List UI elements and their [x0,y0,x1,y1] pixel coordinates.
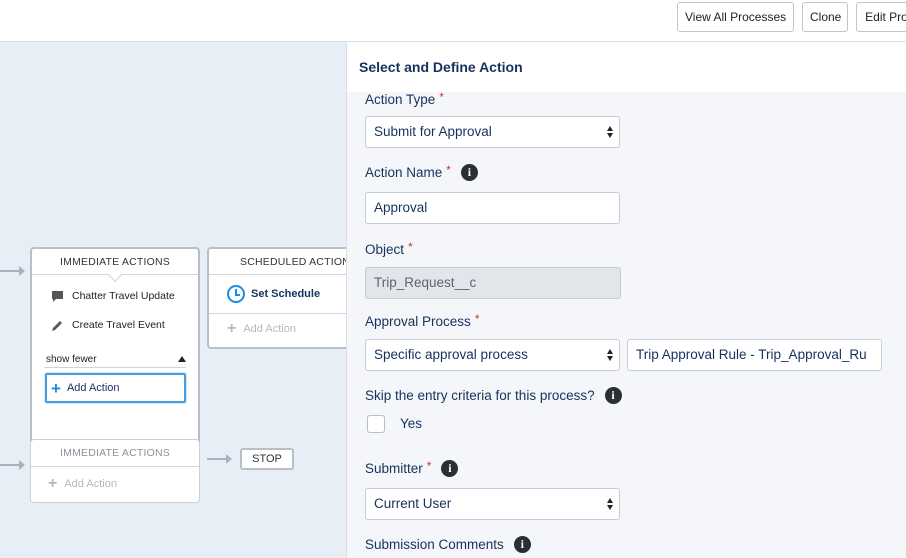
select-arrow-up-icon [607,349,613,354]
scheduled-actions-card: SCHEDULED ACTIONS Set Schedule + Add Act… [207,247,346,349]
action-name-label: Action Name * i [365,162,478,181]
field-label-text: Action Name [365,165,443,180]
action-type-label: Action Type * [365,89,444,108]
required-marker: * [408,239,413,254]
card-title: SCHEDULED ACTIONS [240,256,346,268]
set-schedule-link[interactable]: Set Schedule [227,285,320,303]
connector-arrow [0,266,25,276]
process-canvas: IMMEDIATE ACTIONS Chatter Travel Update … [0,42,346,558]
skip-entry-criteria-label: Skip the entry criteria for this process… [365,387,622,404]
card-title: IMMEDIATE ACTIONS [60,447,170,459]
card-header: IMMEDIATE ACTIONS [32,249,198,283]
immediate-actions-card-false: IMMEDIATE ACTIONS + Add Action [30,439,200,503]
connector-arrow [0,460,25,470]
select-arrow-up-icon [607,126,613,131]
input-value: Trip_Request__c [374,275,477,290]
select-value: Specific approval process [374,347,528,362]
info-icon[interactable]: i [460,164,478,181]
input-value: Approval [374,200,428,215]
action-label: Chatter Travel Update [72,290,175,302]
info-icon[interactable]: i [441,460,459,477]
divider [209,313,346,314]
action-label: Create Travel Event [72,319,165,331]
show-fewer-label: show fewer [46,354,97,365]
approval-process-label: Approval Process * [365,311,480,330]
header-notch [107,267,123,283]
pencil-icon [50,318,64,332]
plus-icon: + [51,378,61,398]
show-fewer-toggle[interactable]: show fewer [46,354,186,365]
plus-icon: + [227,320,237,337]
edit-properties-button[interactable]: Edit Pro [856,2,906,32]
required-marker: * [426,458,432,473]
action-name-input[interactable]: Approval [365,192,620,224]
stop-node: STOP [240,448,294,470]
add-action-label: Add Action [243,323,296,335]
select-arrow-up-icon [607,498,613,503]
set-schedule-label: Set Schedule [251,288,321,300]
field-label-text: Approval Process [365,314,471,329]
chat-bubble-icon [50,289,64,303]
submitter-select[interactable]: Current User [365,488,620,520]
select-value: Current User [374,496,452,511]
panel-title: Select and Define Action [347,42,906,92]
select-arrow-down-icon [607,356,613,361]
card-header: SCHEDULED ACTIONS [209,249,346,275]
action-item-chatter[interactable]: Chatter Travel Update [50,289,175,303]
object-field-readonly: Trip_Request__c [365,267,621,299]
immediate-actions-card: IMMEDIATE ACTIONS Chatter Travel Update … [30,247,200,447]
clone-button[interactable]: Clone [802,2,848,32]
select-arrow-down-icon [607,505,613,510]
approval-process-lookup-input[interactable]: Trip Approval Rule - Trip_Approval_Ru [627,339,882,371]
approval-process-select[interactable]: Specific approval process [365,339,620,371]
action-property-panel: Select and Define Action Action Type * S… [346,42,906,558]
required-marker: * [439,89,444,104]
required-marker: * [474,311,480,326]
add-action-label: Add Action [66,382,120,394]
submitter-label: Submitter * i [365,458,459,477]
field-label-text: Skip the entry criteria for this process… [365,388,595,403]
field-label-text: Submission Comments [365,537,504,552]
field-label-text: Action Type [365,92,436,107]
top-toolbar: View All Processes Clone Edit Pro [0,0,906,42]
add-action-button[interactable]: + Add Action [45,373,186,403]
add-action-button-disabled: + Add Action [227,321,296,337]
divider [44,367,186,368]
add-action-label: Add Action [64,478,117,490]
clock-icon [227,285,245,303]
info-icon[interactable]: i [513,536,531,553]
card-header: IMMEDIATE ACTIONS [31,440,199,467]
select-arrow-down-icon [607,133,613,138]
action-type-select[interactable]: Submit for Approval [365,116,620,148]
plus-icon: + [48,475,58,492]
field-label-text: Object [365,242,405,257]
object-label: Object * [365,239,413,258]
card-title: IMMEDIATE ACTIONS [60,256,170,268]
submission-comments-label: Submission Comments i [365,536,531,553]
view-all-processes-button[interactable]: View All Processes [677,2,794,32]
action-item-create-event[interactable]: Create Travel Event [50,318,165,332]
required-marker: * [446,162,451,177]
skip-entry-criteria-checkbox[interactable] [367,415,385,433]
info-icon[interactable]: i [604,387,622,404]
checkbox-label[interactable]: Yes [400,416,422,431]
field-label-text: Submitter [365,461,423,476]
caret-up-icon [178,356,186,362]
select-value: Submit for Approval [374,124,492,139]
connector-arrow [207,454,232,464]
add-action-button-disabled[interactable]: + Add Action [48,476,117,492]
input-value: Trip Approval Rule - Trip_Approval_Ru [636,347,867,362]
